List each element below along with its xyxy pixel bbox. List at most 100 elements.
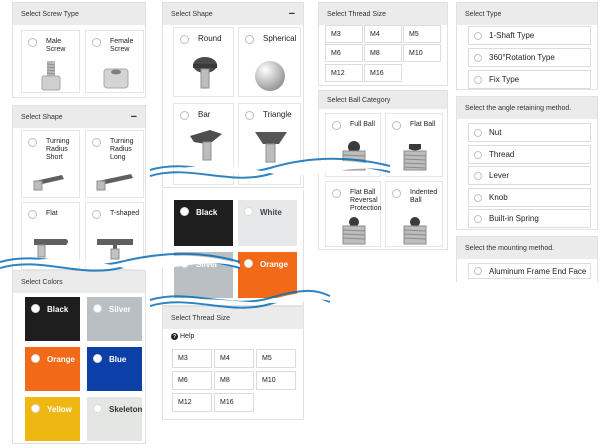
- option-male-screw[interactable]: Male Screw: [21, 30, 80, 93]
- silver-radio[interactable]: [93, 304, 102, 313]
- option-flat-ball-reversal[interactable]: Flat Ball Reversal Protection: [325, 181, 382, 247]
- thread-m6[interactable]: M6: [172, 371, 212, 390]
- spherical-radio[interactable]: [245, 35, 254, 44]
- angle-lever[interactable]: Lever: [468, 166, 591, 185]
- bar-label: Bar: [198, 110, 211, 119]
- silver-label: Silver: [109, 305, 131, 314]
- type-360-rotation[interactable]: 360°Rotation Type: [468, 48, 591, 67]
- black-radio[interactable]: [31, 304, 40, 313]
- colors-left-header[interactable]: Select Colors: [13, 271, 145, 293]
- thread-top-m10[interactable]: M10: [403, 44, 441, 62]
- angle-thread-radio[interactable]: [474, 150, 482, 159]
- white-mid-radio[interactable]: [244, 207, 253, 216]
- color-orange-mid[interactable]: Orange: [238, 252, 297, 298]
- full-ball-radio[interactable]: [332, 121, 341, 130]
- type-360-radio[interactable]: [474, 53, 482, 62]
- collapse-icon[interactable]: −: [131, 111, 137, 123]
- mount-aluminum-frame[interactable]: Aluminum Frame End Face: [468, 263, 591, 279]
- angle-knob[interactable]: Knob: [468, 188, 591, 207]
- ball-header[interactable]: Select Ball Category: [319, 91, 447, 109]
- thread-m5[interactable]: M5: [256, 349, 296, 368]
- thread-top-m5[interactable]: M5: [403, 25, 441, 43]
- male-screw-radio[interactable]: [28, 38, 37, 47]
- thread-top-header[interactable]: Select Thread Size: [319, 3, 447, 25]
- angle-knob-radio[interactable]: [474, 193, 482, 202]
- silver-mid-radio[interactable]: [180, 259, 189, 268]
- help-link[interactable]: ? Help: [171, 333, 194, 340]
- option-indented-ball[interactable]: Indented Ball: [385, 181, 443, 247]
- color-black[interactable]: Black: [25, 297, 80, 341]
- shape-left-header[interactable]: Select Shape −: [13, 106, 145, 128]
- option-full-ball[interactable]: Full Ball: [325, 113, 381, 177]
- option-flat-ball[interactable]: Flat Ball: [385, 113, 443, 177]
- thread-top-m3[interactable]: M3: [325, 25, 363, 43]
- option-turning-radius-long[interactable]: Turning Radius Long: [85, 130, 144, 198]
- thread-top-m8[interactable]: M8: [364, 44, 402, 62]
- thread-m8[interactable]: M8: [214, 371, 254, 390]
- thread-m10[interactable]: M10: [256, 371, 296, 390]
- indented-ball-radio[interactable]: [392, 189, 401, 198]
- help-label: Help: [180, 333, 195, 340]
- option-spherical[interactable]: Spherical: [238, 27, 301, 97]
- orange-mid-radio[interactable]: [244, 259, 253, 268]
- type-fix[interactable]: Fix Type: [468, 70, 591, 89]
- yellow-radio[interactable]: [31, 404, 40, 413]
- thread-top-m6[interactable]: M6: [325, 44, 363, 62]
- flat-ball-reversal-radio[interactable]: [332, 189, 341, 198]
- flat-ball-radio[interactable]: [392, 121, 401, 130]
- option-triangle[interactable]: Triangle: [238, 103, 301, 185]
- t-shaped-radio[interactable]: [92, 210, 101, 219]
- color-silver-mid[interactable]: Silver: [174, 252, 233, 298]
- option-bar[interactable]: Bar: [173, 103, 234, 185]
- color-silver[interactable]: Silver: [87, 297, 142, 341]
- blue-radio[interactable]: [93, 354, 102, 363]
- black-mid-radio[interactable]: [180, 207, 189, 216]
- option-female-screw[interactable]: Female Screw: [85, 30, 144, 93]
- shape-mid-header[interactable]: Select Shape −: [163, 3, 303, 25]
- thread-mid-header[interactable]: Select Thread Size: [163, 307, 303, 329]
- type-fix-radio[interactable]: [474, 75, 482, 84]
- option-flat[interactable]: Flat: [21, 202, 80, 270]
- color-black-mid[interactable]: Black: [174, 200, 233, 246]
- flat-radio[interactable]: [28, 210, 37, 219]
- thread-top-m16[interactable]: M16: [364, 64, 402, 82]
- mount-aluminum-radio[interactable]: [474, 267, 482, 275]
- female-screw-radio[interactable]: [92, 38, 101, 47]
- color-skeleton[interactable]: Skeleton: [87, 397, 142, 441]
- color-blue[interactable]: Blue: [87, 347, 142, 391]
- turning-long-radio[interactable]: [92, 138, 101, 147]
- option-t-shaped[interactable]: T-shaped: [85, 202, 144, 270]
- skeleton-label: Skeleton: [109, 405, 143, 414]
- thread-m16[interactable]: M16: [214, 393, 254, 412]
- collapse-icon[interactable]: −: [289, 8, 295, 20]
- angle-built-in-spring[interactable]: Built-in Spring: [468, 209, 591, 228]
- thread-m3[interactable]: M3: [172, 349, 212, 368]
- skeleton-radio[interactable]: [93, 404, 102, 413]
- round-radio[interactable]: [180, 35, 189, 44]
- thread-top-m4[interactable]: M4: [364, 25, 402, 43]
- orange-radio[interactable]: [31, 354, 40, 363]
- bar-radio[interactable]: [180, 111, 189, 120]
- color-orange[interactable]: Orange: [25, 347, 80, 391]
- angle-spring-radio[interactable]: [474, 214, 482, 223]
- thread-top-m12[interactable]: M12: [325, 64, 363, 82]
- angle-thread[interactable]: Thread: [468, 145, 591, 164]
- option-turning-radius-short[interactable]: Turning Radius Short: [21, 130, 80, 198]
- screw-type-header[interactable]: Select Screw Type: [13, 3, 145, 25]
- angle-header[interactable]: Select the angle retaining method.: [457, 97, 597, 119]
- color-yellow[interactable]: Yellow: [25, 397, 80, 441]
- thread-m4[interactable]: M4: [214, 349, 254, 368]
- angle-nut[interactable]: Nut: [468, 123, 591, 142]
- triangle-radio[interactable]: [245, 111, 254, 120]
- type-1-shaft[interactable]: 1-Shaft Type: [468, 26, 591, 45]
- type-header[interactable]: Select Type: [457, 3, 597, 25]
- angle-lever-radio[interactable]: [474, 171, 482, 180]
- mounting-header[interactable]: Select the mounting method.: [457, 237, 597, 259]
- color-white-mid[interactable]: White: [238, 200, 297, 246]
- type-1-shaft-radio[interactable]: [474, 31, 482, 40]
- thread-m12[interactable]: M12: [172, 393, 212, 412]
- angle-nut-radio[interactable]: [474, 128, 482, 137]
- turning-short-radio[interactable]: [28, 138, 37, 147]
- male-screw-icon: [41, 61, 61, 91]
- option-round[interactable]: Round: [173, 27, 234, 97]
